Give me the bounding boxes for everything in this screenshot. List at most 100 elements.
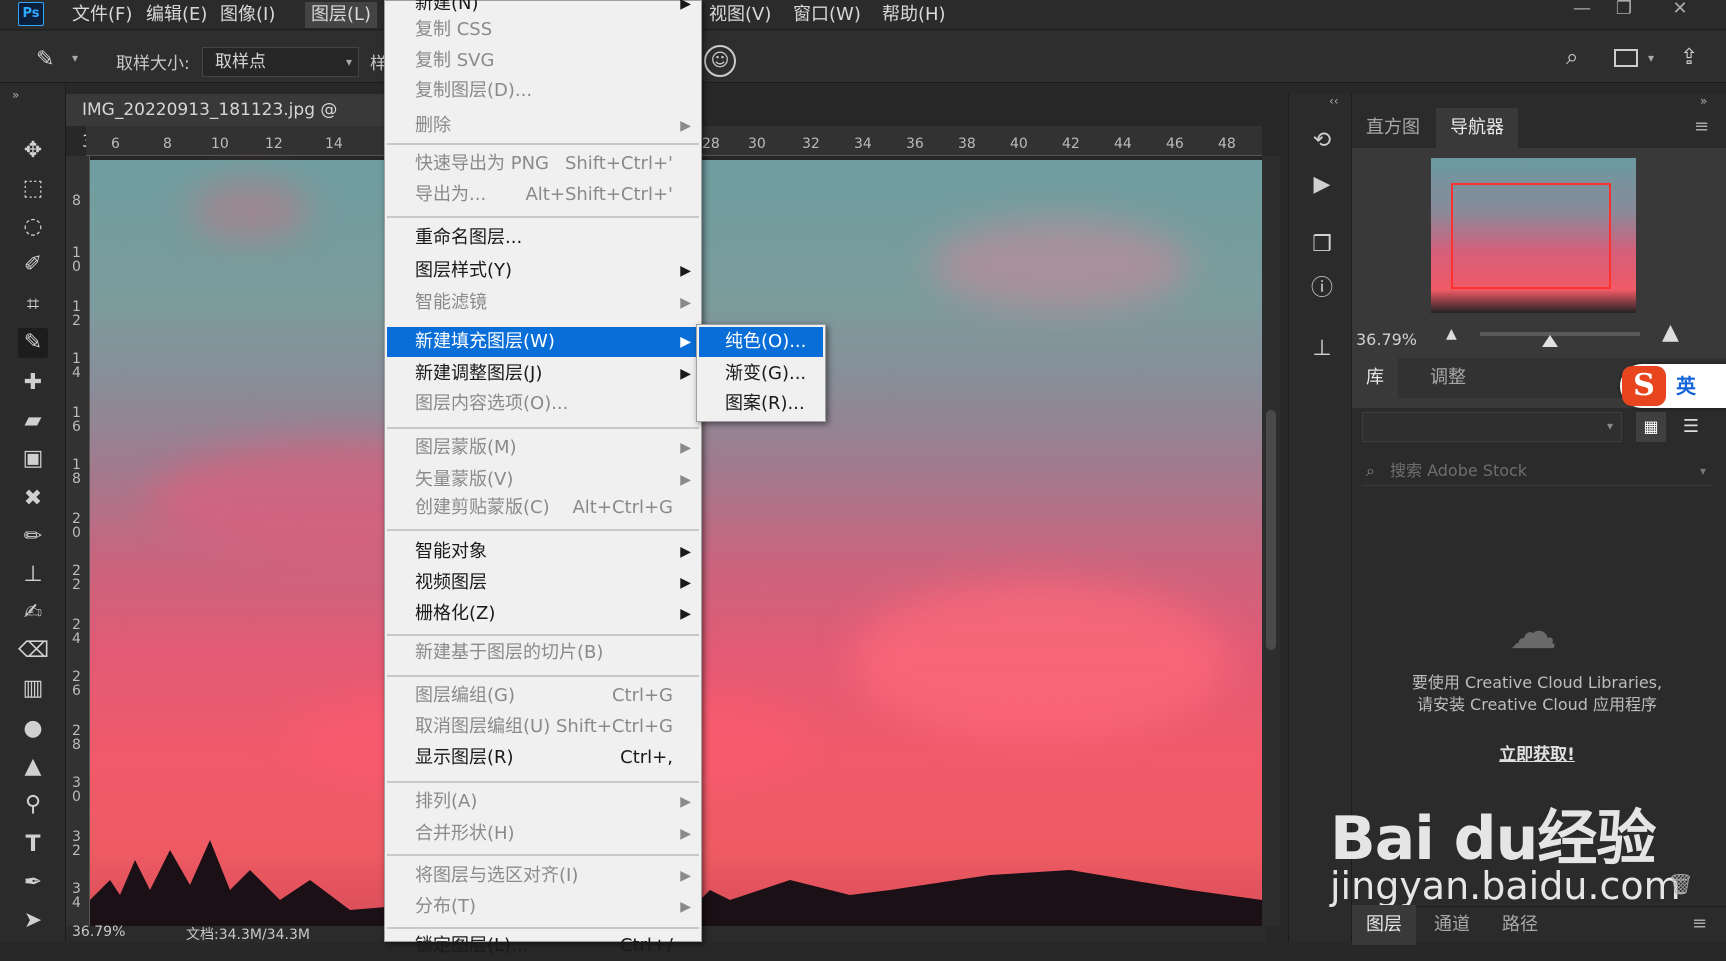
menu-file[interactable]: 文件(F) (66, 2, 138, 28)
search-icon[interactable]: ⌕ (1566, 45, 1578, 70)
menu-item-rename-layer[interactable]: 重命名图层... (387, 223, 699, 253)
menu-item-export-as[interactable]: 导出为... Alt+Shift+Ctrl+' (387, 180, 699, 210)
menu-view[interactable]: 视图(V) (703, 2, 777, 28)
info-icon[interactable]: ⓘ (1307, 274, 1337, 304)
menu-item-distribute[interactable]: 分布(T) ▶ (387, 892, 699, 922)
zoom-out-icon[interactable]: ▲ (1446, 326, 1457, 342)
menu-item-rasterize[interactable]: 栅格化(Z) ▶ (387, 599, 699, 629)
zoom-in-icon[interactable]: ▲ (1662, 320, 1679, 345)
restore-button[interactable]: ❐ (1608, 0, 1640, 20)
history-brush-tool-icon[interactable]: ✍ (18, 598, 48, 628)
tab-layers[interactable]: 图层 (1352, 905, 1416, 945)
path-select-tool-icon[interactable]: ➤ (18, 906, 48, 936)
menu-item-new-fill-layer[interactable]: 新建填充图层(W) ▶ (387, 327, 699, 357)
ime-mode-label[interactable]: 英 (1676, 370, 1696, 399)
crop-tool-icon[interactable]: ⌗ (18, 290, 48, 320)
pen-tool-icon[interactable]: ✒ (18, 868, 48, 898)
stamp-tool-icon[interactable]: ⊥ (18, 560, 48, 590)
menu-image[interactable]: 图像(I) (214, 2, 281, 28)
document-tab[interactable]: IMG_20220913_181123.jpg @ 36.8%( (66, 94, 386, 152)
menu-item-ungroup-layers[interactable]: 取消图层编组(U) Shift+Ctrl+G (387, 712, 699, 742)
menu-item-layer-content-options[interactable]: 图层内容选项(O)... (387, 389, 699, 419)
menu-layer[interactable]: 图层(L) (305, 2, 378, 28)
lasso-tool-icon[interactable]: ◌ (18, 212, 48, 242)
3d-icon[interactable]: ❒ (1307, 230, 1337, 260)
collapse-icon[interactable]: ‹‹ (1329, 94, 1339, 108)
type-tool-icon[interactable]: T (18, 830, 48, 860)
submenu-item-gradient[interactable]: 渐变(G)... (699, 359, 823, 389)
tab-navigator[interactable]: 导航器 (1436, 108, 1518, 148)
spot-healing-tool-icon[interactable]: ✚ (18, 368, 48, 398)
expand-icon[interactable]: » (12, 88, 19, 102)
share-icon[interactable]: ⇪ (1680, 45, 1698, 70)
menu-item-smart-filter[interactable]: 智能滤镜 ▶ (387, 288, 699, 318)
delete-icon[interactable]: 🗑 (1668, 872, 1693, 896)
menu-item-lock-layers[interactable]: 锁定图层(L)... Ctrl+/ (387, 931, 699, 961)
menu-item-align-to-selection[interactable]: 将图层与选区对齐(I) ▶ (387, 861, 699, 891)
brush-healing-tool-icon[interactable]: ▰ (18, 406, 48, 436)
smiley-icon[interactable]: ☺ (704, 45, 736, 77)
sharpen-tool-icon[interactable]: ▲ (18, 752, 48, 782)
zoom-slider[interactable] (1480, 332, 1640, 336)
eyedropper-tool-icon[interactable]: ✎ (18, 328, 48, 358)
expand-icon[interactable]: » (1700, 94, 1707, 108)
content-aware-move-icon[interactable]: ✖ (18, 484, 48, 514)
menu-item-new-adjustment-layer[interactable]: 新建调整图层(J) ▶ (387, 359, 699, 389)
sample-size-select[interactable]: 取样点 ▾ (202, 47, 359, 77)
workspace-icon[interactable] (1614, 49, 1638, 67)
menu-item-combine-shapes[interactable]: 合并形状(H) ▶ (387, 819, 699, 849)
history-icon[interactable]: ⟲ (1307, 126, 1337, 156)
minimize-button[interactable]: — (1566, 0, 1598, 20)
menu-item-new-layer-based-slice[interactable]: 新建基于图层的切片(B) (387, 638, 699, 668)
navigator-view-rect[interactable] (1451, 183, 1611, 289)
menu-item-layer-mask[interactable]: 图层蒙版(M) ▶ (387, 433, 699, 463)
menu-item-duplicate-layer[interactable]: 复制图层(D)... (387, 76, 699, 106)
close-button[interactable]: ✕ (1664, 0, 1696, 20)
eyedropper-tool-preset-icon[interactable]: ✎ (36, 47, 66, 77)
dodge-tool-icon[interactable]: ⚲ (18, 790, 48, 820)
menu-item-delete[interactable]: 删除 ▶ (387, 111, 699, 141)
menu-item-vector-mask[interactable]: 矢量蒙版(V) ▶ (387, 465, 699, 495)
navigator-zoom-value[interactable]: 36.79% (1356, 330, 1417, 349)
list-view-icon[interactable]: ☰ (1676, 412, 1706, 442)
menu-item-quick-export-png[interactable]: 快速导出为 PNG Shift+Ctrl+' (387, 149, 699, 179)
library-select[interactable]: ▾ (1362, 412, 1622, 442)
menu-item-video-layer[interactable]: 视频图层 ▶ (387, 568, 699, 598)
blur-tool-icon[interactable]: ● (18, 714, 48, 744)
menu-window[interactable]: 窗口(W) (787, 2, 867, 28)
chevron-down-icon[interactable]: ▾ (1648, 51, 1654, 65)
tab-paths[interactable]: 路径 (1488, 905, 1552, 945)
submenu-item-pattern[interactable]: 图案(R)... (699, 389, 823, 419)
tab-libraries[interactable]: 库 (1352, 358, 1398, 398)
menu-item-smart-object[interactable]: 智能对象 ▶ (387, 537, 699, 567)
panel-menu-icon[interactable]: ≡ (1694, 116, 1709, 137)
marquee-tool-icon[interactable]: ⬚ (18, 174, 48, 204)
clone-source-icon[interactable]: ⊥ (1307, 334, 1337, 364)
panel-menu-icon[interactable]: ≡ (1692, 913, 1707, 934)
menu-help[interactable]: 帮助(H) (876, 2, 952, 28)
scrollbar-thumb[interactable] (1266, 410, 1276, 650)
menu-item-group-layers[interactable]: 图层编组(G) Ctrl+G (387, 681, 699, 711)
submenu-item-solid-color[interactable]: 纯色(O)... (699, 327, 823, 357)
menu-item-show-layers[interactable]: 显示图层(R) Ctrl+, (387, 743, 699, 773)
quick-select-tool-icon[interactable]: ✐ (18, 250, 48, 280)
move-tool-icon[interactable]: ✥ (18, 136, 48, 166)
menu-item-create-clipping-mask[interactable]: 创建剪贴蒙版(C) Alt+Ctrl+G (387, 493, 699, 523)
sogou-logo-icon[interactable]: S (1622, 366, 1666, 406)
menu-item-copy-svg[interactable]: 复制 SVG (387, 46, 699, 76)
tab-adjustments[interactable]: 调整 (1416, 358, 1480, 398)
stock-search-input[interactable]: ⌕ 搜索 Adobe Stock ▾ (1362, 456, 1712, 486)
menu-item-layer-style[interactable]: 图层样式(Y) ▶ (387, 256, 699, 286)
menu-item-copy-css[interactable]: 复制 CSS (387, 15, 699, 45)
zoom-level[interactable]: 36.79% (72, 924, 125, 940)
frame-tool-icon[interactable]: ▣ (18, 444, 48, 474)
tab-channels[interactable]: 通道 (1420, 905, 1484, 945)
brush-tool-icon[interactable]: ✏ (18, 522, 48, 552)
chevron-down-icon[interactable]: ▾ (72, 51, 78, 65)
grid-view-icon[interactable]: ▦ (1636, 412, 1666, 442)
eraser-tool-icon[interactable]: ⌫ (18, 636, 49, 666)
zoom-slider-knob[interactable] (1542, 335, 1558, 347)
menu-edit[interactable]: 编辑(E) (140, 2, 213, 28)
menu-item-arrange[interactable]: 排列(A) ▶ (387, 787, 699, 817)
gradient-tool-icon[interactable]: ▥ (18, 674, 48, 704)
